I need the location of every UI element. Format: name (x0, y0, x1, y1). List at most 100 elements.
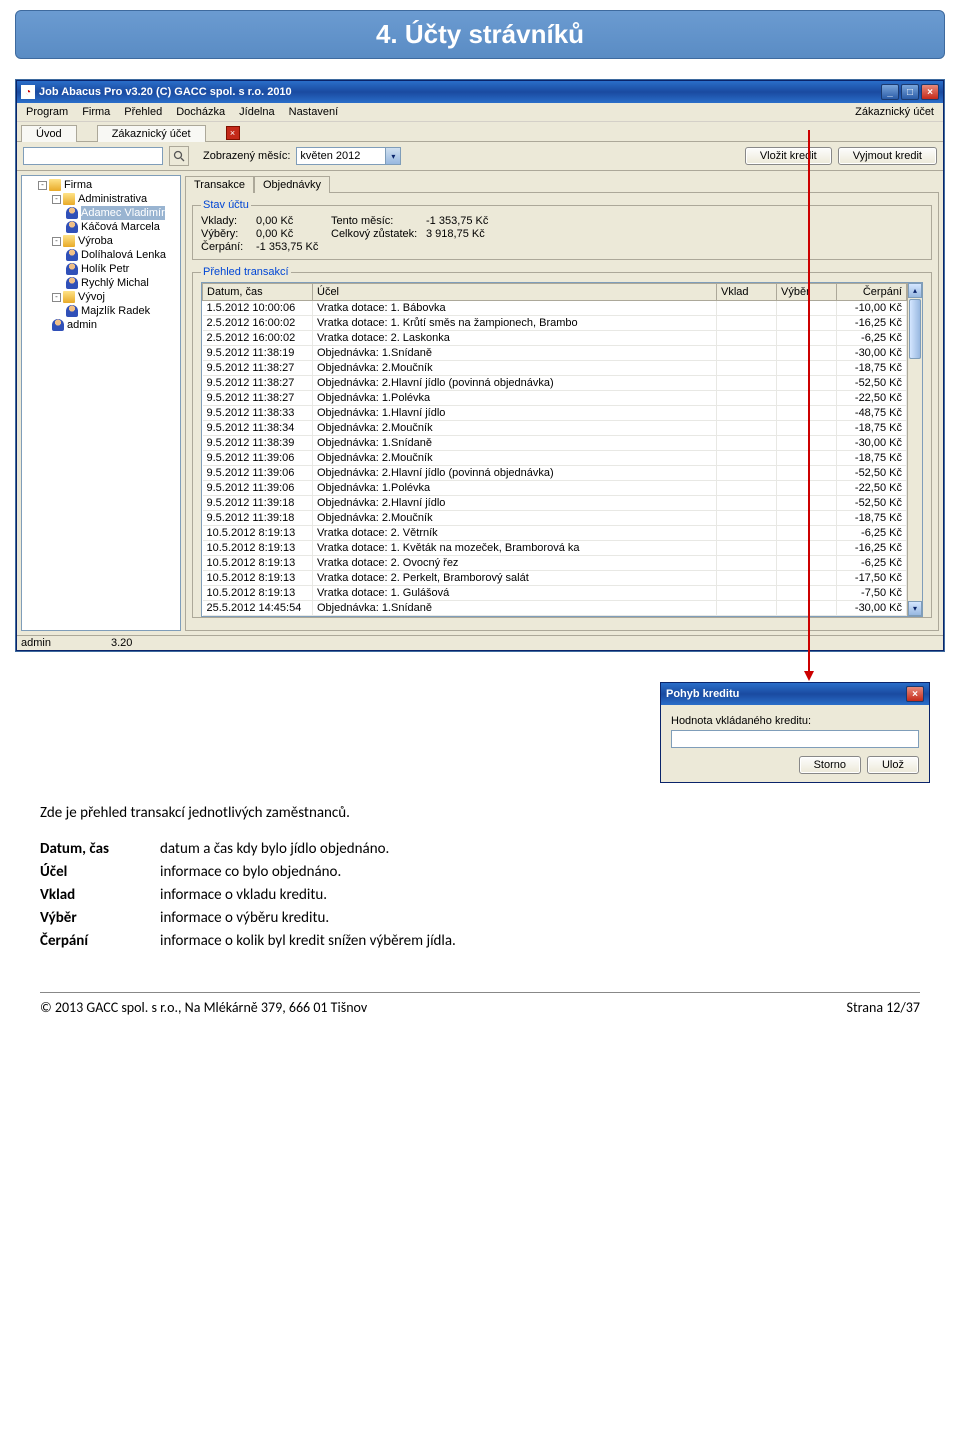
table-header[interactable]: Výběr (777, 284, 837, 301)
table-cell: 9.5.2012 11:38:27 (203, 376, 313, 391)
table-row[interactable]: 9.5.2012 11:38:27Objednávka: 2.Moučník-1… (203, 361, 907, 376)
table-row[interactable]: 2.5.2012 16:00:02Vratka dotace: 2. Lasko… (203, 331, 907, 346)
table-row[interactable]: 9.5.2012 11:39:18Objednávka: 2.Moučník-1… (203, 511, 907, 526)
table-row[interactable]: 9.5.2012 11:38:27Objednávka: 1.Polévka-2… (203, 391, 907, 406)
table-cell: 10.5.2012 8:19:13 (203, 526, 313, 541)
month-select[interactable] (296, 147, 386, 165)
menu-program[interactable]: Program (21, 105, 73, 119)
credit-amount-input[interactable] (671, 730, 919, 748)
table-row[interactable]: 10.5.2012 8:19:13Vratka dotace: 2. Větrn… (203, 526, 907, 541)
close-tab-icon[interactable]: × (226, 126, 240, 140)
table-cell (777, 451, 837, 466)
definition-term: Čerpání (40, 931, 160, 952)
table-cell: Objednávka: 2.Hlavní jídlo (povinná obje… (313, 376, 717, 391)
table-header[interactable]: Datum, čas (203, 284, 313, 301)
minimize-button[interactable]: _ (881, 84, 899, 100)
definition-desc: informace o kolik byl kredit snížen výbě… (160, 931, 920, 952)
tab-intro[interactable]: Úvod (21, 125, 77, 142)
tree-row[interactable]: Káčová Marcela (24, 220, 178, 234)
table-row[interactable]: 25.5.2012 14:45:54Objednávka: 1.Snídaně-… (203, 601, 907, 616)
status-user: admin (21, 637, 51, 649)
table-cell: 9.5.2012 11:39:18 (203, 511, 313, 526)
dialog-close-button[interactable]: × (906, 686, 924, 702)
table-cell (777, 376, 837, 391)
table-cell (777, 466, 837, 481)
tree-row[interactable]: Rychlý Michal (24, 276, 178, 290)
menu-dochazka[interactable]: Docházka (171, 105, 230, 119)
table-header[interactable]: Vklad (717, 284, 777, 301)
table-cell: Objednávka: 1.Snídaně (313, 436, 717, 451)
table-cell (777, 496, 837, 511)
table-cell (777, 586, 837, 601)
tree-row[interactable]: -Vývoj (24, 290, 178, 304)
menu-nastaveni[interactable]: Nastavení (284, 105, 344, 119)
table-header[interactable]: Účel (313, 284, 717, 301)
table-row[interactable]: 9.5.2012 11:38:39Objednávka: 1.Snídaně-3… (203, 436, 907, 451)
table-cell (717, 436, 777, 451)
table-row[interactable]: 9.5.2012 11:38:34Objednávka: 2.Moučník-1… (203, 421, 907, 436)
tree-row[interactable]: -Administrativa (24, 192, 178, 206)
transactions-table[interactable]: Datum, časÚčelVkladVýběrČerpání 1.5.2012… (202, 283, 907, 616)
table-row[interactable]: 9.5.2012 11:38:19Objednávka: 1.Snídaně-3… (203, 346, 907, 361)
table-row[interactable]: 10.5.2012 8:19:13Vratka dotace: 2. Perke… (203, 571, 907, 586)
app-window: ◔ Job Abacus Pro v3.20 (C) GACC spol. s … (16, 80, 944, 651)
panel-tab-transactions[interactable]: Transakce (185, 176, 254, 193)
table-cell: -6,25 Kč (837, 331, 907, 346)
table-cell (717, 346, 777, 361)
table-row[interactable]: 9.5.2012 11:39:06Objednávka: 2.Moučník-1… (203, 451, 907, 466)
table-header[interactable]: Čerpání (837, 284, 907, 301)
menu-prehled[interactable]: Přehled (119, 105, 167, 119)
maximize-button[interactable]: □ (901, 84, 919, 100)
employee-tree[interactable]: -Firma-AdministrativaAdamec VladimírKáčo… (21, 175, 181, 631)
search-field[interactable] (23, 147, 163, 165)
table-cell (717, 526, 777, 541)
panel-tab-orders[interactable]: Objednávky (254, 176, 330, 193)
table-cell: Vratka dotace: 2. Větrník (313, 526, 717, 541)
table-cell: Objednávka: 2.Moučník (313, 421, 717, 436)
menu-right-link[interactable]: Zákaznický účet (850, 105, 939, 119)
menu-firma[interactable]: Firma (77, 105, 115, 119)
table-cell (717, 316, 777, 331)
table-cell (717, 511, 777, 526)
tree-row[interactable]: -Výroba (24, 234, 178, 248)
tree-row[interactable]: admin (24, 318, 178, 332)
dialog-cancel-button[interactable]: Storno (799, 756, 861, 774)
month-dropdown-arrow[interactable]: ▾ (386, 147, 401, 165)
table-row[interactable]: 9.5.2012 11:38:33Objednávka: 1.Hlavní jí… (203, 406, 907, 421)
table-cell: Vratka dotace: 1. Bábovka (313, 301, 717, 316)
table-cell: -7,50 Kč (837, 586, 907, 601)
table-cell (717, 421, 777, 436)
table-row[interactable]: 10.5.2012 8:19:13Vratka dotace: 1. Guláš… (203, 586, 907, 601)
scroll-thumb[interactable] (909, 299, 921, 359)
withdraw-credit-button[interactable]: Vyjmout kredit (838, 147, 937, 165)
table-cell: -30,00 Kč (837, 601, 907, 616)
tree-row[interactable]: Dolíhalová Lenka (24, 248, 178, 262)
table-row[interactable]: 10.5.2012 8:19:13Vratka dotace: 2. Ovocn… (203, 556, 907, 571)
scroll-down-arrow[interactable]: ▾ (908, 601, 922, 616)
table-row[interactable]: 2.5.2012 16:00:02Vratka dotace: 1. Krůtí… (203, 316, 907, 331)
close-button[interactable]: × (921, 84, 939, 100)
table-row[interactable]: 1.5.2012 10:00:06Vratka dotace: 1. Bábov… (203, 301, 907, 316)
table-cell: -30,00 Kč (837, 346, 907, 361)
table-row[interactable]: 9.5.2012 11:38:27Objednávka: 2.Hlavní jí… (203, 376, 907, 391)
insert-credit-button[interactable]: Vložit kredit (745, 147, 832, 165)
table-scrollbar[interactable]: ▴ ▾ (907, 283, 922, 616)
table-cell: Objednávka: 2.Hlavní jídlo (povinná obje… (313, 466, 717, 481)
scroll-up-arrow[interactable]: ▴ (908, 283, 922, 298)
dialog-save-button[interactable]: Ulož (867, 756, 919, 774)
account-state-cell: 0,00 Kč (256, 215, 331, 227)
tab-account[interactable]: Zákaznický účet (97, 125, 206, 142)
tree-row[interactable]: Adamec Vladimír (24, 206, 178, 220)
table-row[interactable]: 9.5.2012 11:39:18Objednávka: 2.Hlavní jí… (203, 496, 907, 511)
search-button[interactable] (169, 146, 189, 166)
table-row[interactable]: 10.5.2012 8:19:13Vratka dotace: 1. Květá… (203, 541, 907, 556)
menu-jidelna[interactable]: Jídelna (234, 105, 279, 119)
intro-paragraph: Zde je přehled transakcí jednotlivých za… (40, 803, 920, 824)
table-cell (777, 391, 837, 406)
table-row[interactable]: 9.5.2012 11:39:06Objednávka: 1.Polévka-2… (203, 481, 907, 496)
tree-row[interactable]: -Firma (24, 178, 178, 192)
table-cell: -30,00 Kč (837, 436, 907, 451)
tree-row[interactable]: Majzlík Radek (24, 304, 178, 318)
tree-row[interactable]: Holík Petr (24, 262, 178, 276)
table-row[interactable]: 9.5.2012 11:39:06Objednávka: 2.Hlavní jí… (203, 466, 907, 481)
